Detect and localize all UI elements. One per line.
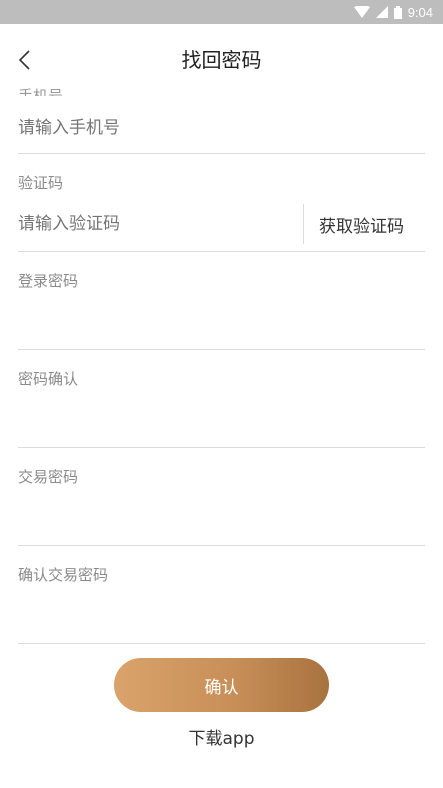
signal-icon [375,6,388,18]
login-password-input[interactable] [18,304,418,334]
confirm-button[interactable]: 确认 [114,658,329,712]
trade-password-row: 交易密码 [18,448,425,546]
login-password-row: 登录密码 [18,252,425,350]
confirm-password-label: 密码确认 [18,370,79,388]
trade-password-label: 交易密码 [18,468,79,486]
wifi-icon [353,6,370,18]
confirm-trade-password-row: 确认交易密码 [18,546,425,644]
status-bar: 9:04 [0,0,443,24]
divider [303,204,304,244]
code-row: 验证码 获取验证码 [18,154,425,252]
confirm-button-label: 确认 [204,677,239,698]
status-time: 9:04 [407,4,433,20]
phone-row [18,94,425,154]
confirm-password-row: 密码确认 [18,350,425,448]
phone-input[interactable] [18,116,398,140]
code-label: 验证码 [18,174,64,192]
login-password-label: 登录密码 [18,272,79,290]
trade-password-input[interactable] [18,500,418,530]
get-code-button[interactable]: 获取验证码 [319,212,404,237]
battery-icon [393,5,402,19]
page-title: 找回密码 [181,48,262,72]
confirm-trade-password-input[interactable] [18,598,418,628]
confirm-trade-password-label: 确认交易密码 [18,566,109,584]
download-app-link[interactable]: 下载app [0,724,443,749]
nav-bar: 找回密码 [0,24,443,94]
status-icons: 9:04 [353,0,433,24]
confirm-password-input[interactable] [18,402,418,432]
code-input[interactable] [18,212,288,236]
